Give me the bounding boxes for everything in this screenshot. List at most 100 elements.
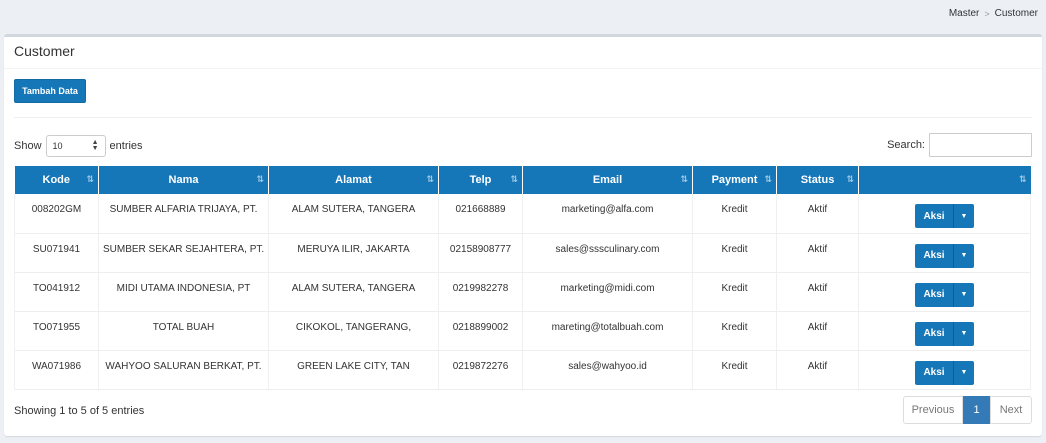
cell-status: Aktif bbox=[776, 194, 859, 234]
sort-icon: ⇅ bbox=[510, 174, 517, 184]
cell-alamat: ALAM SUTERA, TANGERA bbox=[268, 194, 439, 234]
table-info: Showing 1 to 5 of 5 entries bbox=[14, 405, 145, 417]
entries-select-value: 10 bbox=[52, 141, 63, 151]
aksi-label[interactable]: Aksi bbox=[915, 243, 954, 268]
column-header-email[interactable]: Email ⇅ bbox=[522, 166, 693, 194]
cell-nama: TOTAL BUAH bbox=[98, 311, 269, 351]
caret-down-icon[interactable]: ▼ bbox=[954, 204, 974, 229]
cell-alamat: MERUYA ILIR, JAKARTA bbox=[268, 233, 439, 273]
cell-status: Aktif bbox=[776, 233, 859, 273]
cell-email: mareting@totalbuah.com bbox=[522, 311, 693, 351]
sort-icon: ⇅ bbox=[764, 174, 771, 184]
cell-status: Aktif bbox=[776, 350, 859, 390]
cell-telp: 021668889 bbox=[438, 194, 523, 234]
search-label: Search: bbox=[887, 139, 925, 151]
customer-table: Kode ⇅ Nama ⇅ Alamat ⇅ Telp ⇅ Email ⇅ Payment… bbox=[14, 166, 1031, 390]
sort-icon: ⇅ bbox=[256, 174, 263, 184]
cell-telp: 0218899002 bbox=[438, 311, 523, 351]
sort-icon: ⇅ bbox=[86, 174, 93, 184]
aksi-dropdown-button[interactable]: Aksi ▼ bbox=[915, 243, 974, 268]
cell-payment: Kredit bbox=[692, 272, 777, 312]
table-row: SU071941 SUMBER SEKAR SEJAHTERA, PT. MER… bbox=[14, 233, 1031, 273]
cell-actions: Aksi ▼ bbox=[858, 272, 1031, 312]
cell-actions: Aksi ▼ bbox=[858, 311, 1031, 351]
entries-select[interactable]: 10 ▲ ▼ bbox=[45, 135, 106, 157]
cell-payment: Kredit bbox=[692, 233, 777, 273]
column-header-nama[interactable]: Nama ⇅ bbox=[98, 166, 269, 194]
column-header-alamat[interactable]: Alamat ⇅ bbox=[268, 166, 439, 194]
sort-icon: ⇅ bbox=[426, 174, 433, 184]
column-header-status[interactable]: Status ⇅ bbox=[776, 166, 859, 194]
aksi-dropdown-button[interactable]: Aksi ▼ bbox=[915, 321, 974, 346]
cell-status: Aktif bbox=[776, 311, 859, 351]
search-input[interactable] bbox=[929, 133, 1032, 157]
cell-payment: Kredit bbox=[692, 194, 777, 234]
box-header: Customer bbox=[4, 37, 1042, 69]
sort-icon: ⇅ bbox=[846, 174, 853, 184]
aksi-label[interactable]: Aksi bbox=[915, 282, 954, 307]
caret-down-icon[interactable]: ▼ bbox=[954, 243, 974, 268]
table-row: TO071955 TOTAL BUAH CIKOKOL, TANGERANG, … bbox=[14, 311, 1031, 351]
caret-down-icon[interactable]: ▼ bbox=[954, 321, 974, 346]
table-header-row: Kode ⇅ Nama ⇅ Alamat ⇅ Telp ⇅ Email ⇅ Payment… bbox=[14, 166, 1031, 194]
cell-payment: Kredit bbox=[692, 350, 777, 390]
caret-down-icon[interactable]: ▼ bbox=[954, 282, 974, 307]
table-row: WA071986 WAHYOO SALURAN BERKAT, PT. GREE… bbox=[14, 350, 1031, 390]
cell-email: marketing@midi.com bbox=[522, 272, 693, 312]
column-header-payment[interactable]: Payment ⇅ bbox=[692, 166, 777, 194]
aksi-label[interactable]: Aksi bbox=[915, 204, 954, 229]
cell-telp: 0219982278 bbox=[438, 272, 523, 312]
table-row: 008202GM SUMBER ALFARIA TRIJAYA, PT. ALA… bbox=[14, 194, 1031, 234]
cell-actions: Aksi ▼ bbox=[858, 350, 1031, 390]
sort-icon: ⇅ bbox=[680, 174, 687, 184]
cell-nama: SUMBER SEKAR SEJAHTERA, PT. bbox=[98, 233, 269, 273]
search-control: Search: bbox=[887, 133, 1032, 157]
cell-nama: SUMBER ALFARIA TRIJAYA, PT. bbox=[98, 194, 269, 234]
cell-nama: WAHYOO SALURAN BERKAT, PT. bbox=[98, 350, 269, 390]
column-header-kode[interactable]: Kode ⇅ bbox=[14, 166, 99, 194]
cell-email: sales@wahyoo.id bbox=[522, 350, 693, 390]
aksi-dropdown-button[interactable]: Aksi ▼ bbox=[915, 360, 974, 385]
cell-actions: Aksi ▼ bbox=[858, 233, 1031, 273]
breadcrumb-separator: > bbox=[984, 8, 990, 19]
cell-kode: 008202GM bbox=[14, 194, 99, 234]
column-header-actions[interactable]: ⇅ bbox=[858, 166, 1031, 194]
cell-payment: Kredit bbox=[692, 311, 777, 351]
table-row: TO041912 MIDI UTAMA INDONESIA, PT ALAM S… bbox=[14, 272, 1031, 312]
cell-alamat: CIKOKOL, TANGERANG, bbox=[268, 311, 439, 351]
cell-email: sales@sssculinary.com bbox=[522, 233, 693, 273]
entries-length-control: Show 10 ▲ ▼ entries bbox=[14, 135, 143, 157]
cell-alamat: ALAM SUTERA, TANGERA bbox=[268, 272, 439, 312]
add-data-button[interactable]: Tambah Data bbox=[14, 79, 86, 103]
cell-kode: SU071941 bbox=[14, 233, 99, 273]
cell-nama: MIDI UTAMA INDONESIA, PT bbox=[98, 272, 269, 312]
page-title: Customer bbox=[14, 43, 75, 59]
cell-alamat: GREEN LAKE CITY, TAN bbox=[268, 350, 439, 390]
breadcrumb-master[interactable]: Master bbox=[949, 8, 980, 19]
aksi-dropdown-button[interactable]: Aksi ▼ bbox=[915, 282, 974, 307]
breadcrumb: Master > Customer bbox=[949, 8, 1038, 19]
cell-kode: TO041912 bbox=[14, 272, 99, 312]
pagination-page-current[interactable]: 1 bbox=[963, 396, 990, 424]
breadcrumb-customer: Customer bbox=[994, 8, 1038, 19]
pagination-next[interactable]: Next bbox=[990, 396, 1032, 424]
caret-down-icon[interactable]: ▼ bbox=[954, 360, 974, 385]
cell-actions: Aksi ▼ bbox=[858, 194, 1031, 234]
cell-telp: 02158908777 bbox=[438, 233, 523, 273]
cell-kode: TO071955 bbox=[14, 311, 99, 351]
show-label: Show bbox=[14, 140, 42, 152]
pagination: Previous 1 Next bbox=[903, 396, 1032, 424]
pagination-previous[interactable]: Previous bbox=[903, 396, 963, 424]
aksi-label[interactable]: Aksi bbox=[915, 321, 954, 346]
column-header-telp[interactable]: Telp ⇅ bbox=[438, 166, 523, 194]
cell-kode: WA071986 bbox=[14, 350, 99, 390]
select-arrows-icon: ▲ ▼ bbox=[91, 139, 99, 152]
customer-box: Customer Tambah Data Show 10 ▲ ▼ entries … bbox=[4, 34, 1042, 436]
sort-icon: ⇅ bbox=[1018, 174, 1026, 184]
entries-label: entries bbox=[109, 140, 143, 152]
divider bbox=[14, 117, 1032, 118]
cell-telp: 0219872276 bbox=[438, 350, 523, 390]
aksi-dropdown-button[interactable]: Aksi ▼ bbox=[915, 204, 974, 229]
cell-email: marketing@alfa.com bbox=[522, 194, 693, 234]
aksi-label[interactable]: Aksi bbox=[915, 360, 954, 385]
